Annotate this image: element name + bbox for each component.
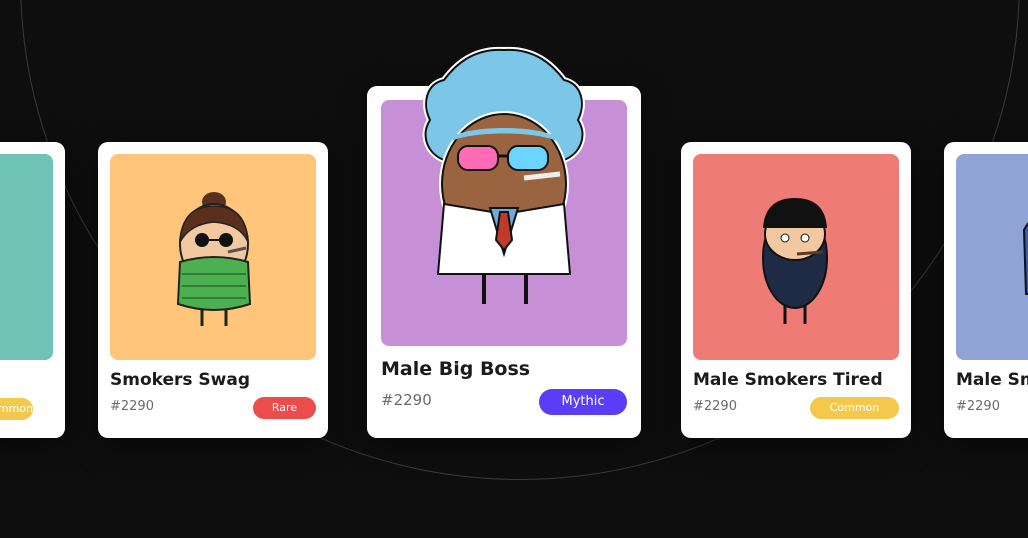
smoker-character-icon <box>176 192 252 326</box>
card-title: Male Smokers Tired <box>693 370 883 390</box>
card-id: #2290 <box>956 399 1000 414</box>
big-boss-character-icon <box>422 46 586 304</box>
nft-card-smokers-swag[interactable]: Smokers Swag #2290 Rare <box>98 142 328 438</box>
rarity-badge: Common <box>0 398 33 420</box>
card-title: Male Big Boss <box>381 358 531 380</box>
character-partial-icon <box>1022 222 1028 295</box>
card-id: #2290 <box>381 391 432 409</box>
card-id: #2290 <box>693 399 737 414</box>
nft-artwork <box>110 154 316 360</box>
card-title: Male Sm <box>956 370 1028 390</box>
card-title: Smokers Swag <box>110 370 251 390</box>
rarity-badge: Mythic <box>539 389 627 415</box>
nft-card-partial-left[interactable]: Common <box>0 142 65 438</box>
card-id: #2290 <box>110 399 154 414</box>
nft-card-partial-right[interactable]: Male Sm #2290 <box>944 142 1028 438</box>
rarity-badge: Rare <box>253 397 316 419</box>
nft-card-male-smokers-tired[interactable]: Male Smokers Tired #2290 Common <box>681 142 911 438</box>
nft-artwork <box>693 154 899 360</box>
nft-artwork <box>956 154 1028 360</box>
rarity-badge: Common <box>810 397 899 419</box>
nft-artwork <box>0 154 53 360</box>
tired-smoker-character-icon <box>762 198 828 324</box>
